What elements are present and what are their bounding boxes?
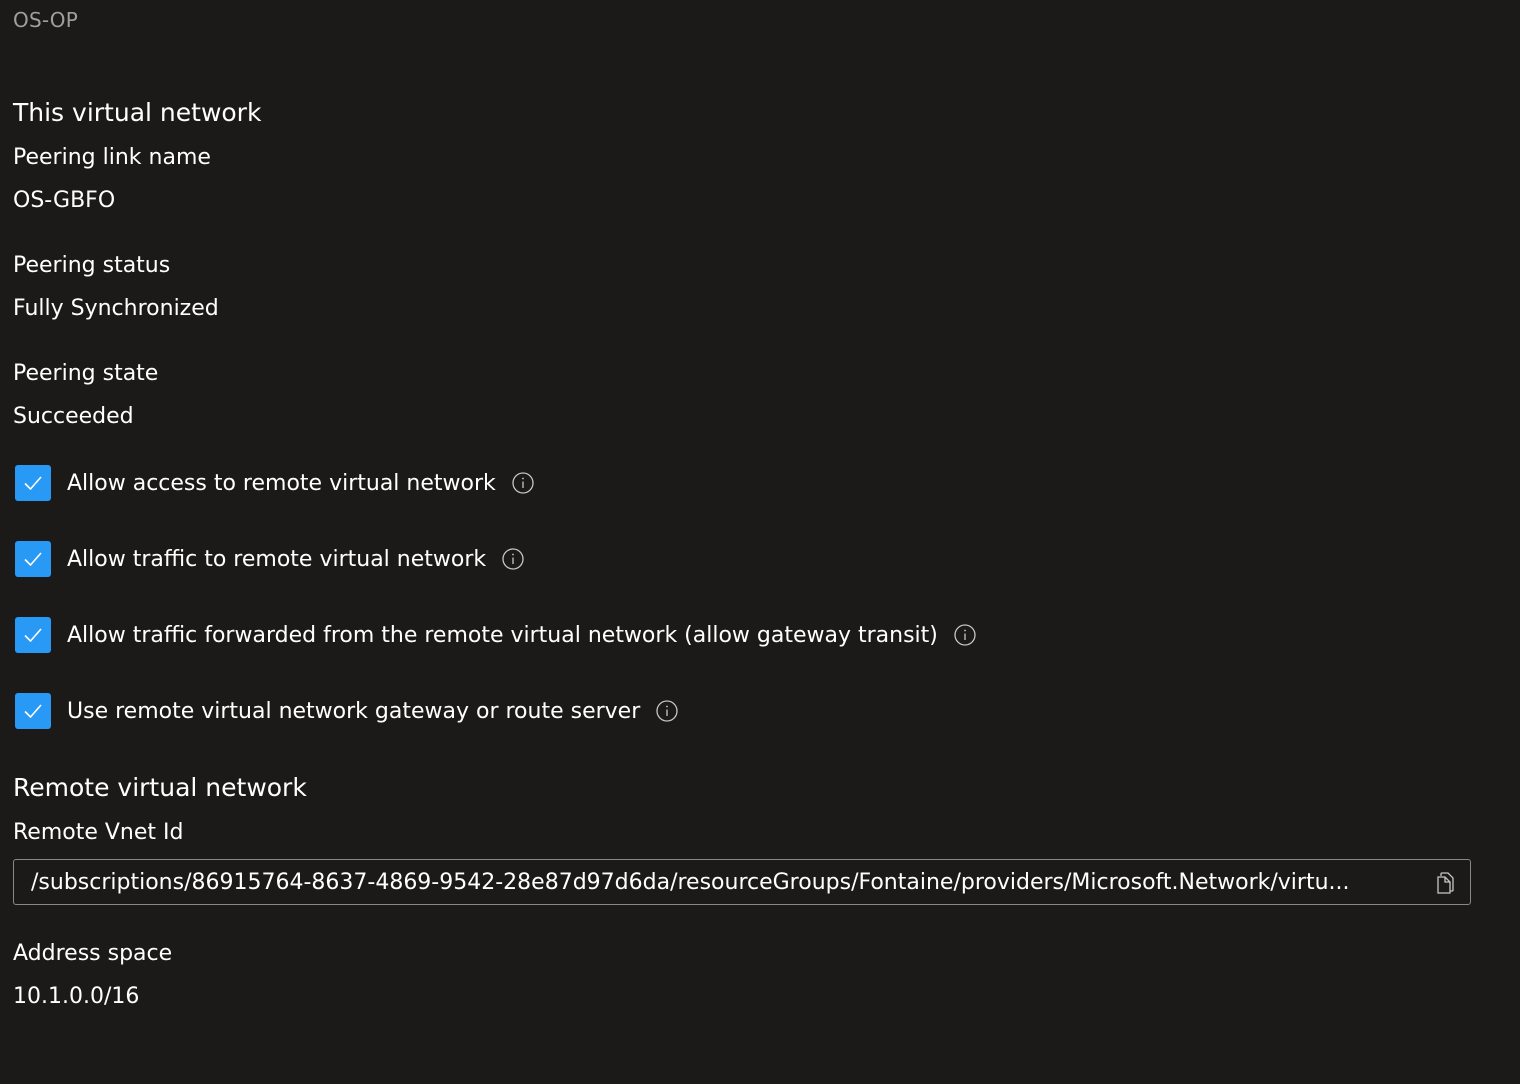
section-title-this-network: This virtual network [13, 98, 262, 127]
allow-traffic-label: Allow traffic to remote virtual network [67, 546, 487, 572]
checkmark-icon [24, 704, 42, 719]
checkmark-icon [24, 476, 42, 491]
address-space-label: Address space [13, 941, 173, 966]
peering-status-label: Peering status [13, 253, 171, 278]
info-icon[interactable] [656, 700, 678, 722]
remote-vnet-id-label: Remote Vnet Id [13, 820, 184, 845]
remote-gateway-label: Use remote virtual network gateway or ro… [67, 698, 641, 724]
vnet-peering-details: OS-OP This virtual network Peering link … [0, 0, 1520, 1084]
allow-access-label: Allow access to remote virtual network [67, 470, 496, 496]
option-allow-traffic-row: Allow traffic to remote virtual network [15, 541, 524, 577]
copy-icon[interactable] [1434, 871, 1458, 895]
option-remote-gateway-row: Use remote virtual network gateway or ro… [15, 693, 678, 729]
checkmark-icon [24, 628, 42, 643]
peering-link-name-value: OS-GBFO [13, 188, 116, 213]
allow-access-checkbox[interactable] [15, 465, 51, 501]
option-allow-access-row: Allow access to remote virtual network [15, 465, 534, 501]
peering-state-label: Peering state [13, 361, 159, 386]
section-title-remote-network: Remote virtual network [13, 773, 307, 802]
peering-status-value: Fully Synchronized [13, 296, 219, 321]
info-icon[interactable] [502, 548, 524, 570]
peering-state-value: Succeeded [13, 404, 134, 429]
remote-vnet-id-field[interactable]: /subscriptions/86915764-8637-4869-9542-2… [13, 859, 1471, 905]
remote-vnet-id-value[interactable]: /subscriptions/86915764-8637-4869-9542-2… [31, 870, 1421, 895]
allow-traffic-checkbox[interactable] [15, 541, 51, 577]
checkmark-icon [24, 552, 42, 567]
remote-gateway-checkbox[interactable] [15, 693, 51, 729]
gateway-transit-checkbox[interactable] [15, 617, 51, 653]
breadcrumb[interactable]: OS-OP [13, 8, 78, 32]
address-space-value: 10.1.0.0/16 [13, 984, 140, 1009]
peering-link-name-label: Peering link name [13, 145, 211, 170]
option-gateway-transit-row: Allow traffic forwarded from the remote … [15, 617, 976, 653]
info-icon[interactable] [512, 472, 534, 494]
gateway-transit-label: Allow traffic forwarded from the remote … [67, 622, 938, 648]
info-icon[interactable] [954, 624, 976, 646]
